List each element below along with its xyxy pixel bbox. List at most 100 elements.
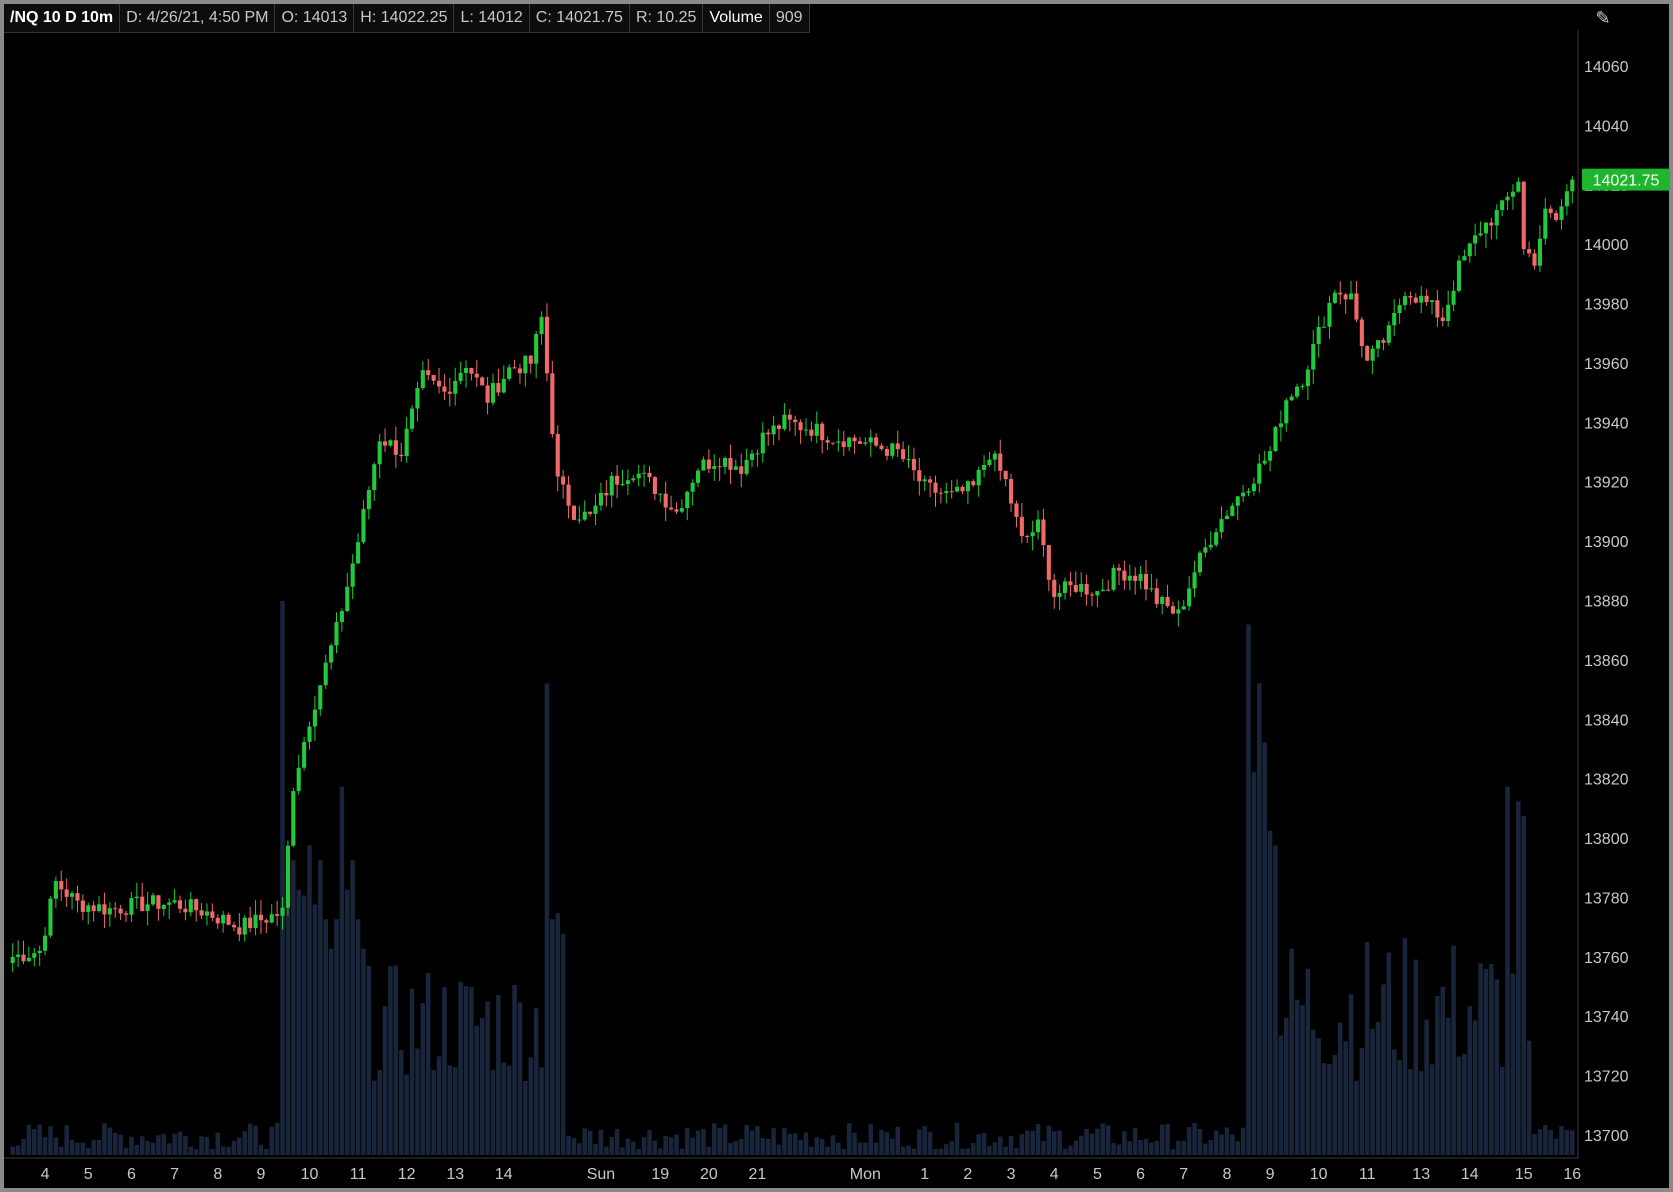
volume-bar <box>787 1133 793 1155</box>
volume-bar <box>722 1124 728 1155</box>
volume-bar <box>237 1137 242 1155</box>
volume-bar <box>625 1138 631 1155</box>
volume-bar <box>280 600 285 1155</box>
candle-body <box>334 622 339 646</box>
candle-body <box>1365 345 1370 361</box>
volume-label: Volume <box>703 4 770 32</box>
volume-bar <box>183 1136 188 1155</box>
candle-body <box>1435 300 1440 318</box>
candle-body <box>1219 519 1224 533</box>
candle-body <box>242 917 247 935</box>
candle-body <box>976 469 981 486</box>
candle-body <box>868 437 873 443</box>
x-tick-label: 4 <box>1050 1166 1059 1183</box>
candle-body <box>782 414 787 429</box>
drawing-tools-icon[interactable]: ✎ <box>1588 6 1618 30</box>
volume-bar <box>1116 1144 1122 1155</box>
volume-bar <box>609 1137 614 1155</box>
volume-bar <box>1019 1134 1025 1155</box>
candle-body <box>1068 581 1073 586</box>
candle-body <box>615 475 620 485</box>
candle-body <box>577 519 582 521</box>
candle-body <box>463 368 469 373</box>
volume-bar <box>264 1149 269 1155</box>
volume-bar <box>819 1139 825 1155</box>
volume-bar <box>123 1147 129 1155</box>
candle-body <box>1570 179 1575 192</box>
candle-body <box>377 441 382 465</box>
volume-bar <box>685 1128 690 1155</box>
candle-body <box>793 419 798 423</box>
volume-bar <box>479 1018 485 1155</box>
candle-body <box>1386 325 1391 343</box>
x-tick-label: 15 <box>1515 1166 1533 1183</box>
candle-body <box>1327 302 1332 327</box>
volume-bar <box>911 1148 917 1155</box>
volume-bar <box>1208 1139 1213 1155</box>
volume-bar <box>701 1128 706 1155</box>
volume-bar <box>15 1145 21 1155</box>
candle-body <box>70 893 75 897</box>
candle-body <box>1500 200 1505 211</box>
volume-bar <box>636 1149 641 1155</box>
candle-body <box>1241 492 1246 497</box>
candle-body <box>712 466 717 469</box>
volume-bar <box>517 1002 523 1155</box>
volume-bar <box>139 1136 145 1155</box>
volume-bar <box>965 1148 971 1155</box>
x-tick-label: 6 <box>127 1166 136 1183</box>
candle-body <box>814 423 819 436</box>
candle-body <box>944 491 949 494</box>
volume-bar <box>1516 801 1521 1155</box>
volume-bar <box>1122 1131 1127 1155</box>
x-tick-label: 4 <box>41 1166 50 1183</box>
volume-bar <box>771 1128 776 1155</box>
candle-body <box>901 449 906 460</box>
volume-bar <box>323 919 328 1155</box>
candle-body <box>1192 572 1197 589</box>
volume-bar <box>1370 1028 1375 1155</box>
volume-bar <box>91 1139 96 1155</box>
candle-body <box>183 908 188 913</box>
price-chart[interactable]: 1370013720137401376013780138001382013840… <box>0 0 1673 1192</box>
candle-body <box>1122 570 1127 581</box>
volume-bar <box>1046 1125 1052 1155</box>
volume-bar <box>156 1135 161 1155</box>
volume-bar <box>1284 1017 1289 1155</box>
candle-body <box>21 954 26 962</box>
candle-body <box>696 470 701 483</box>
candle-body <box>96 904 102 912</box>
candle-body <box>1187 588 1192 607</box>
candle-body <box>248 917 253 929</box>
volume-bar <box>32 1129 37 1155</box>
volume-bar <box>760 1138 766 1155</box>
candle-body <box>771 425 776 435</box>
volume-bar <box>1375 1021 1381 1155</box>
candle-body <box>1019 516 1024 537</box>
volume-bar <box>803 1132 809 1155</box>
candle-body <box>350 563 355 587</box>
candle-body <box>847 437 852 448</box>
volume-bar <box>755 1126 760 1155</box>
volume-bar <box>1386 952 1392 1155</box>
volume-bar <box>1084 1128 1089 1155</box>
candle-body <box>1073 585 1078 592</box>
x-tick-label: 8 <box>213 1166 222 1183</box>
candle-body <box>760 432 765 454</box>
candle-body <box>458 372 463 381</box>
candle-body <box>749 453 755 460</box>
volume-bar <box>118 1134 123 1155</box>
volume-bar <box>782 1127 787 1155</box>
candle-body <box>1343 294 1348 300</box>
candle-body <box>188 899 193 913</box>
candle-body <box>431 375 436 381</box>
symbol-label[interactable]: /NQ 10 D 10m <box>4 4 121 32</box>
volume-bar <box>841 1149 847 1155</box>
volume-bar <box>1537 1129 1543 1155</box>
candle-body <box>1537 238 1542 266</box>
candle-body <box>496 383 501 393</box>
volume-bar <box>954 1122 960 1155</box>
candle-body <box>1354 293 1359 320</box>
candle-body <box>43 935 48 951</box>
x-tick-label: 7 <box>170 1166 179 1183</box>
